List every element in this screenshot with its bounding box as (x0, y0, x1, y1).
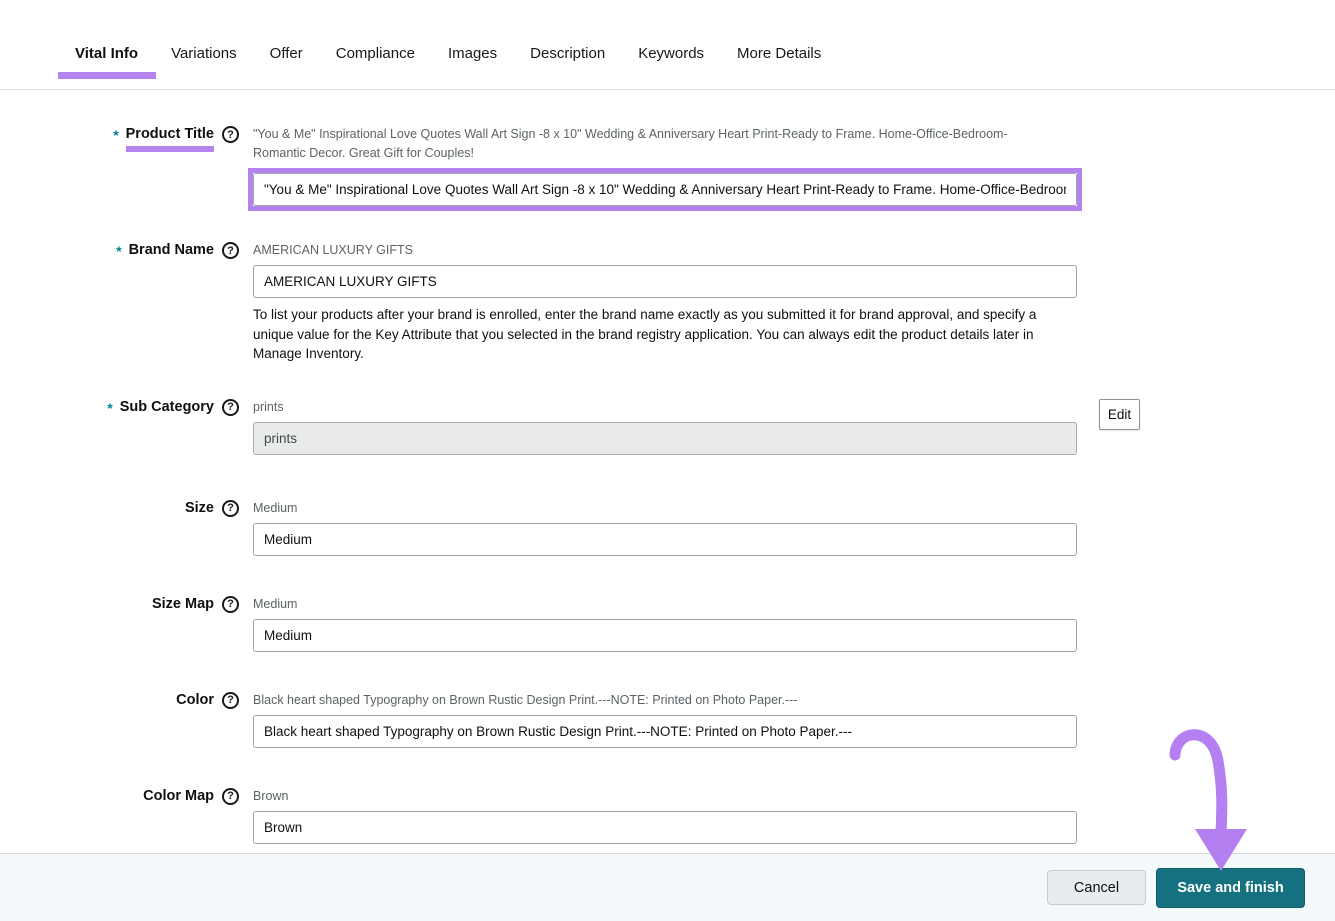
brand-name-row: * Brand Name ? AMERICAN LUXURY GIFTS To … (0, 241, 1335, 364)
required-marker: * (116, 243, 121, 259)
tab-images[interactable]: Images (448, 45, 497, 62)
tab-variations[interactable]: Variations (171, 45, 237, 62)
size-helper-text: Medium (253, 499, 1335, 518)
help-icon[interactable]: ? (222, 596, 239, 613)
cancel-button[interactable]: Cancel (1047, 870, 1146, 905)
color-label: Color (176, 692, 214, 708)
brand-name-label: Brand Name (129, 242, 214, 258)
tab-compliance[interactable]: Compliance (336, 45, 415, 62)
tab-offer[interactable]: Offer (270, 45, 303, 62)
tab-bar: Vital Info Variations Offer Compliance I… (0, 0, 1335, 90)
annotation-highlight-box (248, 168, 1082, 211)
size-input[interactable] (253, 523, 1077, 556)
size-map-helper-text: Medium (253, 595, 1335, 614)
color-map-label: Color Map (143, 788, 214, 804)
color-map-row: Color Map ? Brown (0, 787, 1335, 844)
color-input[interactable] (253, 715, 1077, 748)
size-map-input[interactable] (253, 619, 1077, 652)
size-map-label: Size Map (152, 596, 214, 612)
help-icon[interactable]: ? (222, 126, 239, 143)
color-map-input[interactable] (253, 811, 1077, 844)
required-marker: * (107, 400, 112, 416)
product-title-label: Product Title (126, 126, 214, 142)
size-row: Size ? Medium (0, 499, 1335, 556)
tab-description[interactable]: Description (530, 45, 605, 62)
brand-name-input[interactable] (253, 265, 1077, 298)
size-label: Size (185, 500, 214, 516)
product-title-row: * Product Title ? "You & Me" Inspiration… (0, 125, 1335, 211)
brand-name-helper-text: AMERICAN LUXURY GIFTS (253, 241, 1335, 260)
help-icon[interactable]: ? (222, 500, 239, 517)
tab-vital-info[interactable]: Vital Info (75, 45, 138, 62)
tab-more-details[interactable]: More Details (737, 45, 821, 62)
vital-info-form: * Product Title ? "You & Me" Inspiration… (0, 90, 1335, 844)
tab-keywords[interactable]: Keywords (638, 45, 704, 62)
brand-name-description: To list your products after your brand i… (253, 305, 1063, 364)
help-icon[interactable]: ? (222, 788, 239, 805)
edit-sub-category-button[interactable]: Edit (1099, 399, 1140, 430)
help-icon[interactable]: ? (222, 692, 239, 709)
save-and-finish-button[interactable]: Save and finish (1156, 868, 1305, 908)
sub-category-row: * Sub Category ? prints Edit (0, 398, 1335, 455)
product-title-helper-text: "You & Me" Inspirational Love Quotes Wal… (253, 125, 1043, 163)
sub-category-label: Sub Category (120, 399, 214, 415)
size-map-row: Size Map ? Medium (0, 595, 1335, 652)
color-row: Color ? Black heart shaped Typography on… (0, 691, 1335, 748)
help-icon[interactable]: ? (222, 242, 239, 259)
product-title-input[interactable] (253, 173, 1077, 206)
sub-category-helper-text: prints (253, 398, 1335, 417)
color-map-helper-text: Brown (253, 787, 1335, 806)
sub-category-input (253, 422, 1077, 455)
color-helper-text: Black heart shaped Typography on Brown R… (253, 691, 1335, 710)
required-marker: * (113, 127, 118, 143)
help-icon[interactable]: ? (222, 399, 239, 416)
action-footer: Cancel Save and finish (0, 853, 1335, 921)
